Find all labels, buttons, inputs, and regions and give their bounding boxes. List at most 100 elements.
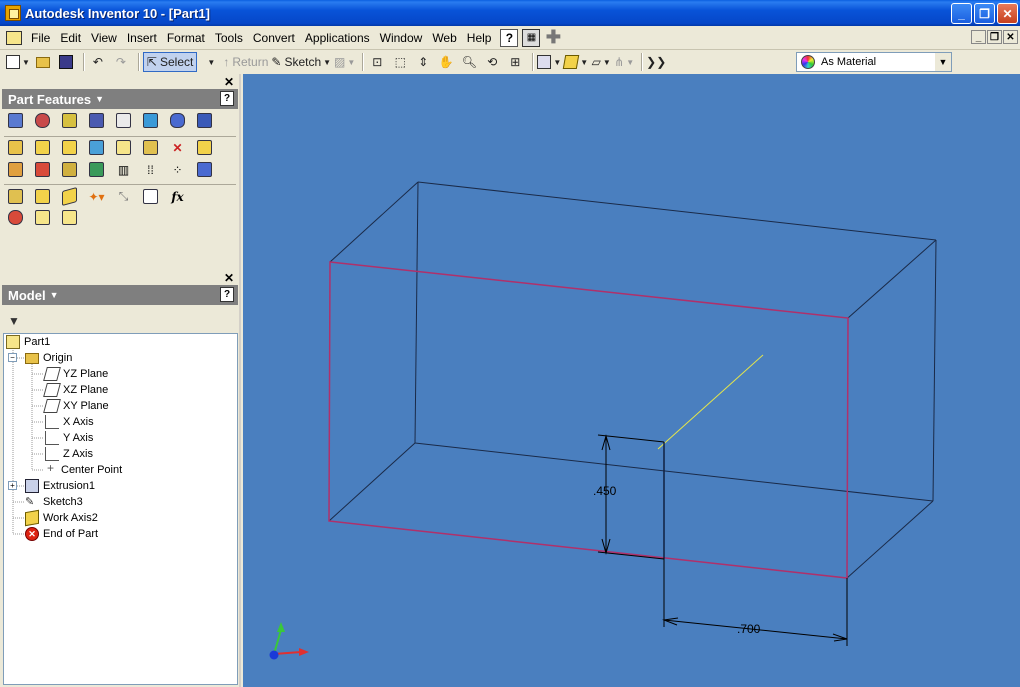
model-browser-header[interactable]: Model ▼ ? [2, 285, 238, 305]
tree-node-sketch[interactable]: ✎ Sketch3 [25, 494, 83, 510]
tree-node-extrusion[interactable]: Extrusion1 [25, 478, 95, 494]
bend-part-icon[interactable] [195, 138, 214, 157]
select-button[interactable]: ⇱ Select [142, 52, 198, 72]
menu-insert[interactable]: Insert [122, 28, 162, 48]
stitch-icon[interactable]: ▥ [114, 160, 133, 179]
collapse-origin-toggle[interactable]: − [8, 353, 17, 362]
menu-tools[interactable]: Tools [210, 28, 248, 48]
promote-icon[interactable] [6, 208, 25, 227]
new-button[interactable]: ▼ [6, 52, 30, 72]
graphics-viewport[interactable]: .450 .700 [243, 74, 1020, 687]
help-topics-icon[interactable]: ? [500, 28, 519, 47]
add-icon[interactable]: ✚ [544, 27, 562, 47]
menu-view[interactable]: View [86, 28, 122, 48]
chevron-down-icon[interactable]: ▼ [580, 58, 588, 67]
tree-node-origin[interactable]: Origin [25, 350, 72, 366]
chevron-down-icon[interactable]: ▼ [603, 58, 611, 67]
chevron-down-icon[interactable]: ▼ [626, 58, 634, 67]
inventor-app-icon[interactable] [5, 5, 21, 21]
chamfer-icon[interactable] [60, 138, 79, 157]
expand-extrusion-toggle[interactable]: + [8, 481, 17, 490]
save-button[interactable] [56, 52, 76, 72]
return-button[interactable]: ↑ Return [223, 52, 268, 72]
fillet-icon[interactable] [33, 138, 52, 157]
part-features-header[interactable]: Part Features ▼ ? [2, 89, 238, 109]
work-plane-icon[interactable] [33, 187, 52, 206]
menu-window[interactable]: Window [375, 28, 428, 48]
analysis-button[interactable]: ⋔ ▼ [614, 52, 634, 72]
face-draft-icon[interactable] [87, 138, 106, 157]
tree-node-center-point[interactable]: Center Point [47, 461, 122, 478]
menu-convert[interactable]: Convert [248, 28, 300, 48]
ifeature-info-icon[interactable] [60, 208, 79, 227]
tree-node-end-of-part[interactable]: ✕ End of Part [25, 526, 98, 542]
move-face-icon[interactable] [141, 138, 160, 157]
menu-web[interactable]: Web [427, 28, 461, 48]
work-axis-icon[interactable] [60, 186, 79, 207]
close-button[interactable]: ✕ [997, 3, 1018, 24]
shell-icon[interactable] [87, 111, 106, 130]
tree-node-yz-plane[interactable]: YZ Plane [43, 366, 108, 382]
maximize-button[interactable]: ❐ [974, 3, 995, 24]
work-point-icon[interactable]: ✦▾ [87, 187, 106, 206]
hole-icon[interactable] [60, 111, 79, 130]
chevron-down-icon[interactable]: ▼ [347, 58, 355, 67]
undo-button[interactable]: ↶ [88, 52, 108, 72]
material-select[interactable]: As Material ▼ [796, 52, 952, 72]
decal-icon[interactable] [33, 160, 52, 179]
zoom-selected-button[interactable]: 🔍︎ [459, 52, 479, 72]
menu-file[interactable]: File [26, 28, 55, 48]
panel-close-icon[interactable]: ✕ [224, 75, 234, 89]
shaded-mode-button[interactable]: ▼ [563, 52, 588, 72]
boundary-patch-icon[interactable] [87, 160, 106, 179]
menu-edit[interactable]: Edit [55, 28, 86, 48]
thicken-icon[interactable] [60, 160, 79, 179]
dimension-label-vertical[interactable]: .450 [593, 484, 616, 498]
derived-component-icon[interactable] [141, 187, 160, 206]
zoom-all-button[interactable]: ⊡ [367, 52, 387, 72]
filter-icon[interactable]: ▼ [8, 314, 22, 328]
emboss-icon[interactable] [6, 160, 25, 179]
doc-restore-button[interactable]: ❐ [987, 30, 1002, 44]
tree-node-xz-plane[interactable]: XZ Plane [43, 382, 108, 398]
rib-icon[interactable] [114, 111, 133, 130]
menu-applications[interactable]: Applications [300, 28, 375, 48]
menu-help[interactable]: Help [462, 28, 497, 48]
tree-node-part[interactable]: Part1 [6, 334, 50, 350]
extrude-icon[interactable] [6, 111, 25, 130]
tree-node-y-axis[interactable]: Y Axis [45, 430, 93, 446]
ground-plane-button[interactable]: ▱ ▼ [591, 52, 611, 72]
loft-icon[interactable] [141, 111, 160, 130]
split-icon[interactable] [114, 138, 133, 157]
help-icon[interactable]: ? [220, 287, 234, 302]
zoom-button[interactable]: ⇕ [413, 52, 433, 72]
doc-close-button[interactable]: ✕ [1003, 30, 1018, 44]
help-icon[interactable]: ? [220, 91, 234, 106]
zoom-window-button[interactable]: ⬚ [390, 52, 410, 72]
tree-node-work-axis[interactable]: Work Axis2 [25, 509, 98, 527]
minimize-button[interactable]: _ [951, 3, 972, 24]
tree-node-xy-plane[interactable]: XY Plane [43, 398, 109, 414]
update-button[interactable]: ▨ ▼ [334, 52, 355, 72]
styles-button[interactable]: ❯❯ [646, 52, 666, 72]
delete-face-icon[interactable]: ✕ [168, 138, 187, 157]
grounded-point-icon[interactable]: ⤡ [114, 187, 133, 206]
sketch-button[interactable]: ✎ Sketch ▼ [271, 52, 331, 72]
circular-pattern-icon[interactable]: ⁘ [168, 160, 187, 179]
chevron-down-icon[interactable]: ▼ [935, 53, 951, 71]
pan-button[interactable]: ✋ [436, 52, 456, 72]
document-icon[interactable] [6, 30, 22, 45]
tree-node-x-axis[interactable]: X Axis [45, 414, 94, 430]
menu-format[interactable]: Format [162, 28, 210, 48]
work-plane-stack-icon[interactable] [6, 187, 25, 206]
calculator-icon[interactable]: ▦ [522, 28, 541, 47]
display-mode-button[interactable]: ▼ [537, 52, 561, 72]
rotate-button[interactable]: ⟲ [482, 52, 502, 72]
parameters-fx-icon[interactable]: fx [168, 187, 187, 206]
tree-node-z-axis[interactable]: Z Axis [45, 446, 93, 462]
chevron-down-icon[interactable]: ▼ [22, 58, 30, 67]
chevron-down-icon[interactable]: ▼ [553, 58, 561, 67]
sweep-icon[interactable] [168, 111, 187, 130]
chevron-down-icon[interactable]: ▼ [323, 58, 331, 67]
coil-icon[interactable] [195, 111, 214, 130]
